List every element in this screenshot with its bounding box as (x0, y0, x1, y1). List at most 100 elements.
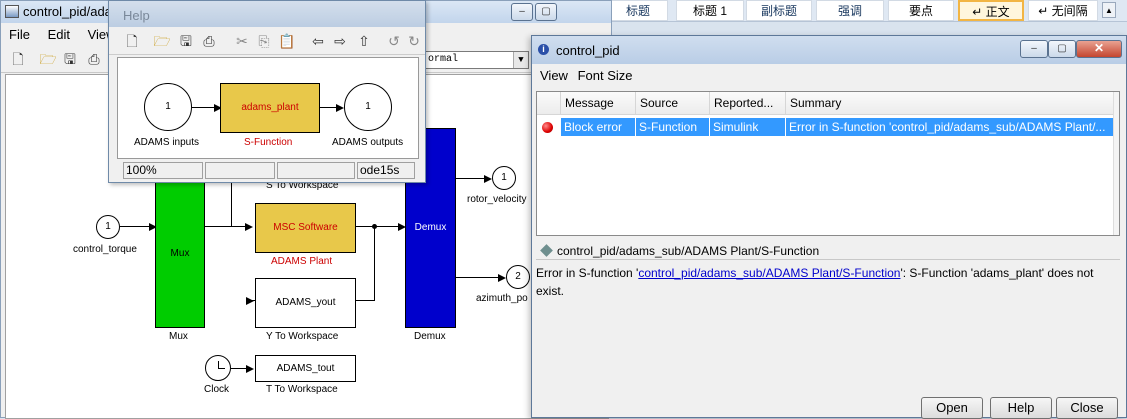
style-wujiange[interactable]: ↵ 无间隔 (1028, 0, 1098, 21)
style-fubiaoti[interactable]: 副标题 (746, 0, 812, 21)
dialog-titlebar[interactable]: i control_pid – ▢ ✕ (532, 36, 1126, 64)
style-select[interactable]: ormal ▼ (425, 51, 529, 69)
rotor-velocity-num: 1 (501, 172, 507, 183)
column-source[interactable]: Source (636, 92, 710, 115)
help-titlebar[interactable]: Help (109, 1, 425, 27)
status-zoom-value: 100% (126, 163, 157, 177)
row-source: S-Function (636, 118, 710, 136)
main-maximize-button[interactable]: ▢ (535, 3, 557, 21)
rotor-velocity-outport[interactable]: 1 (492, 166, 516, 190)
detail-prefix: Error in S-function ' (536, 266, 639, 280)
msc-software-text: MSC Software (273, 222, 338, 233)
open-folder-icon[interactable]: 🗁 (39, 50, 57, 68)
style-biaoti[interactable]: 标题 (608, 0, 668, 21)
adams-outputs-port[interactable]: 1 (344, 83, 392, 131)
tout-text: ADAMS_tout (276, 363, 335, 374)
s-function-label: S-Function (244, 137, 293, 148)
style-yaodian[interactable]: 要点 (888, 0, 954, 21)
cut-icon[interactable]: ✂ (233, 32, 251, 50)
style-select-value: ormal (428, 54, 459, 65)
simulink-app-icon (5, 5, 19, 18)
msc-software-block[interactable]: MSC Software (255, 203, 356, 253)
save-icon[interactable]: 🖫 (177, 32, 195, 50)
dialog-close-button[interactable]: ✕ (1076, 40, 1122, 58)
adams-inputs-port[interactable]: 1 (144, 83, 192, 131)
new-icon[interactable]: 🗋 (9, 50, 27, 68)
print-icon[interactable]: ⎙ (200, 32, 218, 50)
demux-label: Demux (414, 331, 446, 342)
diagnostic-viewer-dialog: i control_pid – ▢ ✕ View Font Size Messa… (531, 35, 1127, 419)
row-message: Block error (561, 118, 636, 136)
menu-file[interactable]: File (9, 27, 30, 42)
status-cell-1 (205, 162, 275, 179)
dialog-minimize-button[interactable]: – (1020, 40, 1048, 58)
yout-block[interactable]: ADAMS_yout (255, 278, 356, 328)
out-port-num: 1 (365, 101, 371, 112)
menu-font-size[interactable]: Font Size (578, 68, 633, 83)
wire (231, 180, 232, 227)
up-icon[interactable]: ⇧ (355, 32, 373, 50)
s-function-text: adams_plant (241, 102, 299, 113)
dialog-maximize-button[interactable]: ▢ (1048, 40, 1076, 58)
help-button[interactable]: Help (990, 397, 1052, 419)
chevron-down-icon[interactable]: ▼ (513, 52, 528, 68)
mux-block[interactable]: Mux (155, 180, 205, 328)
table-scrollbar[interactable] (1113, 92, 1119, 235)
column-reported[interactable]: Reported... (710, 92, 786, 115)
word-styles-ribbon: 标题 标题 1 副标题 强调 要点 ↵ 正文 ↵ 无间隔 ▲ (600, 0, 1127, 22)
clock-label: Clock (204, 384, 230, 395)
close-button[interactable]: Close (1056, 397, 1118, 419)
row-reported: Simulink (710, 118, 786, 136)
help-canvas[interactable]: 1 ADAMS inputs adams_plant S-Function 1 … (117, 57, 419, 159)
style-zhengwen[interactable]: ↵ 正文 (958, 0, 1024, 21)
column-summary[interactable]: Summary (786, 92, 1113, 115)
info-icon: i (538, 44, 549, 55)
help-toolbar: 🗋 🗁 🖫 ⎙ ✂ ⎘ 📋 ⇦ ⇨ ⇧ ↺ ↻ (109, 29, 425, 55)
status-solver-value: ode15s (360, 163, 400, 177)
forward-icon[interactable]: ⇨ (331, 32, 349, 50)
control-torque-inport[interactable]: 1 (96, 215, 120, 239)
clock-hand (218, 368, 225, 369)
adams-plant-label: ADAMS Plant (271, 256, 333, 267)
clock-block[interactable] (205, 355, 231, 381)
main-minimize-button[interactable]: – (511, 3, 533, 21)
wire-arrow (336, 104, 344, 112)
wire (192, 107, 216, 108)
t-to-workspace-label: T To Workspace (266, 384, 338, 395)
column-message[interactable]: Message (561, 92, 636, 115)
open-folder-icon[interactable]: 🗁 (153, 32, 171, 50)
wire-arrow (498, 274, 506, 282)
open-button[interactable]: Open (921, 397, 983, 419)
tout-block[interactable]: ADAMS_tout (255, 355, 356, 382)
print-icon[interactable]: ⎙ (85, 50, 103, 68)
copy-icon[interactable]: ⎘ (255, 32, 273, 50)
azimuth-outport[interactable]: 2 (506, 265, 530, 289)
ribbon-scroll-icon[interactable]: ▲ (1102, 2, 1116, 18)
menu-view[interactable]: View (540, 68, 568, 83)
s-function-block[interactable]: adams_plant (220, 83, 320, 133)
dialog-title: control_pid (556, 43, 620, 58)
style-biaoti1[interactable]: 标题 1 (676, 0, 744, 21)
adams-outputs-label: ADAMS outputs (332, 137, 404, 148)
undo-icon[interactable]: ↺ (385, 32, 403, 50)
main-title: control_pid/ada (23, 4, 112, 19)
detail-header: control_pid/adams_sub/ADAMS Plant/S-Func… (536, 242, 1120, 260)
detail-block-link[interactable]: control_pid/adams_sub/ADAMS Plant/S-Func… (638, 266, 900, 280)
new-icon[interactable]: 🗋 (123, 32, 141, 50)
save-icon[interactable]: 🖫 (61, 50, 79, 68)
redo-icon[interactable]: ↻ (405, 32, 423, 50)
style-qiangdiao[interactable]: 强调 (816, 0, 884, 21)
back-icon[interactable]: ⇦ (309, 32, 327, 50)
table-row[interactable]: Block error S-Function Simulink Error in… (537, 118, 1113, 136)
detail-header-text: control_pid/adams_sub/ADAMS Plant/S-Func… (557, 244, 820, 258)
status-cell-2 (277, 162, 355, 179)
paste-icon[interactable]: 📋 (278, 32, 296, 50)
table-header: Message Source Reported... Summary (537, 92, 1113, 115)
dialog-menubar: View Font Size (540, 68, 647, 86)
in-port-num: 1 (165, 101, 171, 112)
status-solver: ode15s (357, 162, 415, 179)
help-statusbar: 100% ode15s (117, 162, 419, 180)
menu-edit[interactable]: Edit (48, 27, 70, 42)
wire (356, 226, 398, 227)
wire (120, 226, 150, 227)
